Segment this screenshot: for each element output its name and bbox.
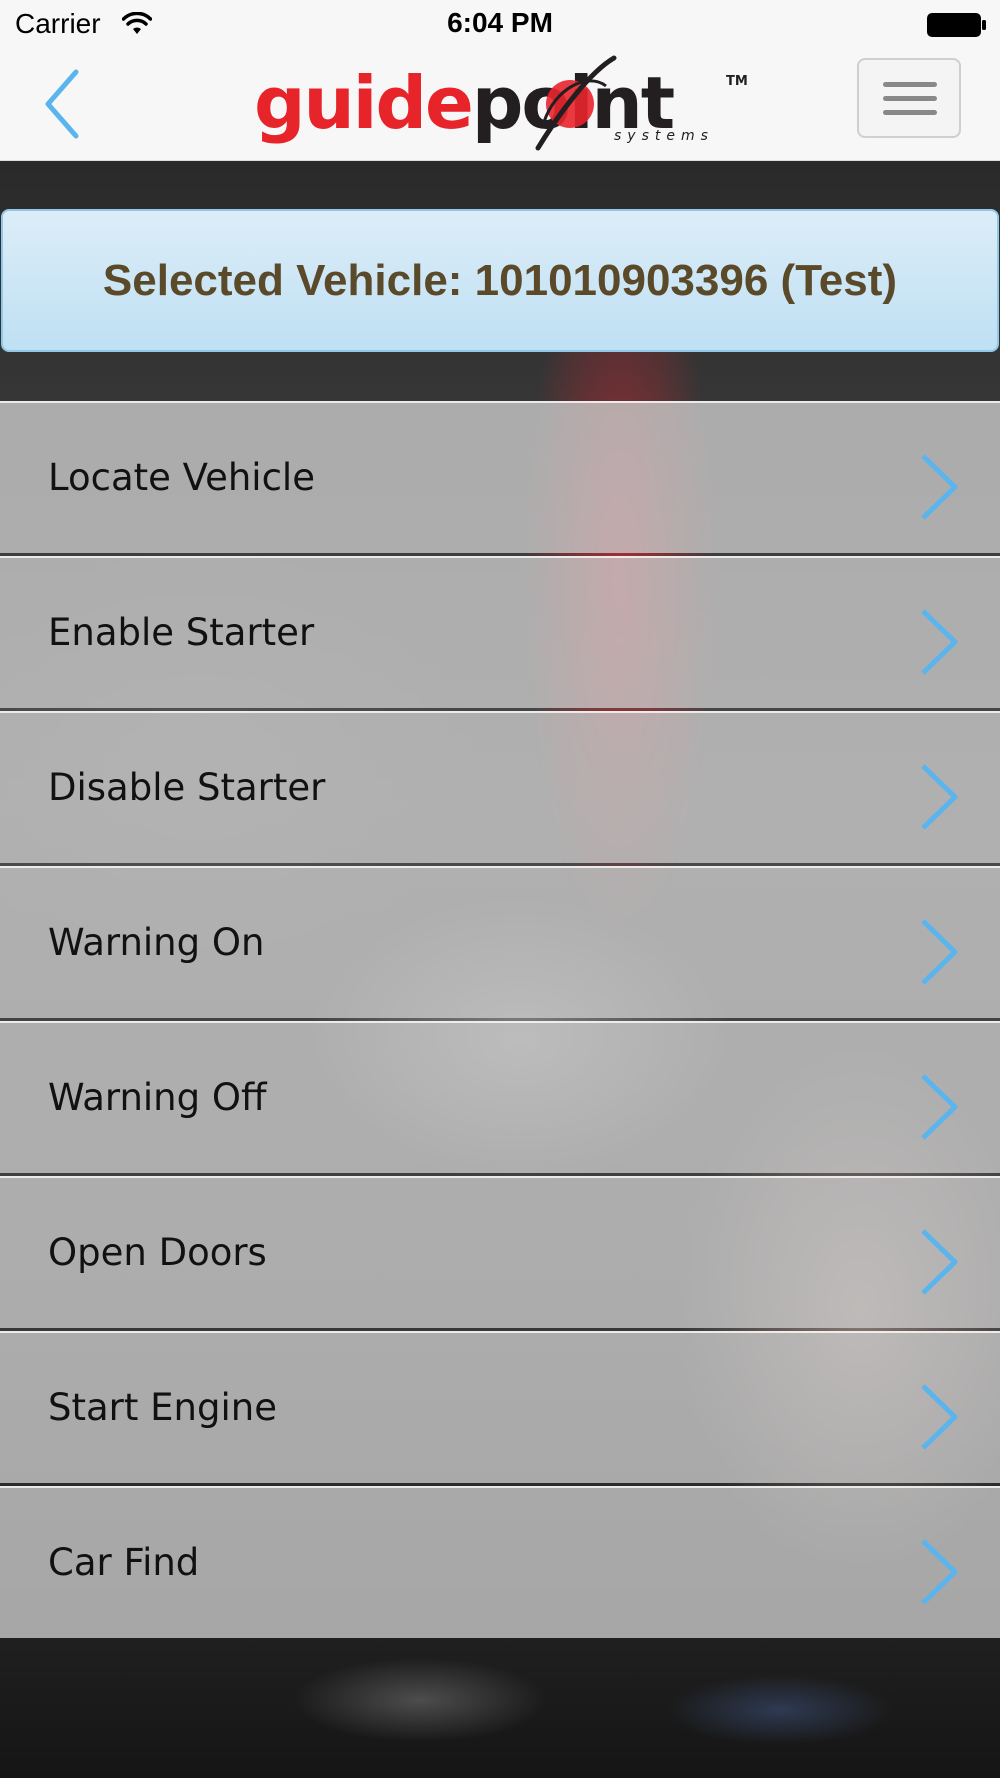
menu-item-car-find[interactable]: Car Find: [0, 1486, 1000, 1638]
selected-vehicle-text: Selected Vehicle: 101010903396 (Test): [102, 255, 898, 305]
chevron-right-icon: [921, 609, 958, 675]
menu-bar-icon: [883, 82, 937, 87]
battery-icon: [927, 13, 986, 37]
chevron-right-icon: [921, 764, 958, 830]
menu-item-label: Start Engine: [48, 1386, 277, 1429]
menu-bar-icon: [883, 110, 937, 115]
nav-header: guidepoint TM systems: [0, 48, 1000, 161]
menu-item-start-engine[interactable]: Start Engine: [0, 1331, 1000, 1483]
chevron-right-icon: [921, 1539, 958, 1605]
menu-item-label: Enable Starter: [48, 611, 315, 654]
menu-item-label: Warning Off: [48, 1076, 267, 1119]
menu-item-enable-starter[interactable]: Enable Starter: [0, 556, 1000, 708]
status-bar: Carrier 6:04 PM: [0, 0, 1000, 48]
selected-vehicle-banner: Selected Vehicle: 101010903396 (Test): [1, 209, 999, 352]
menu-item-label: Open Doors: [48, 1231, 267, 1274]
menu-item-open-doors[interactable]: Open Doors: [0, 1176, 1000, 1328]
chevron-right-icon: [921, 454, 958, 520]
chevron-right-icon: [921, 1384, 958, 1450]
guidepoint-logo: guidepoint TM systems: [254, 52, 754, 156]
logo-subtitle: systems: [614, 128, 714, 144]
status-time: 6:04 PM: [447, 7, 553, 38]
menu-item-label: Disable Starter: [48, 766, 326, 809]
menu-item-warning-on[interactable]: Warning On: [0, 866, 1000, 1018]
menu-item-warning-off[interactable]: Warning Off: [0, 1021, 1000, 1173]
menu-bar-icon: [883, 96, 937, 101]
chevron-right-icon: [921, 919, 958, 985]
chevron-right-icon: [921, 1074, 958, 1140]
hamburger-menu-button[interactable]: [857, 58, 961, 138]
menu-item-label: Car Find: [48, 1541, 200, 1584]
background-detail: [0, 1640, 1000, 1778]
chevron-right-icon: [921, 1229, 958, 1295]
menu-item-label: Warning On: [48, 921, 265, 964]
menu-item-disable-starter[interactable]: Disable Starter: [0, 711, 1000, 863]
logo-guide-text: guide: [254, 61, 474, 145]
logo-swoosh-icon: [535, 55, 617, 151]
back-chevron-icon[interactable]: [42, 64, 88, 144]
menu-item-locate-vehicle[interactable]: Locate Vehicle: [0, 401, 1000, 553]
command-list: Locate Vehicle Enable Starter Disable St…: [0, 401, 1000, 1641]
menu-item-label: Locate Vehicle: [48, 456, 315, 499]
logo-trademark: TM: [726, 74, 748, 89]
